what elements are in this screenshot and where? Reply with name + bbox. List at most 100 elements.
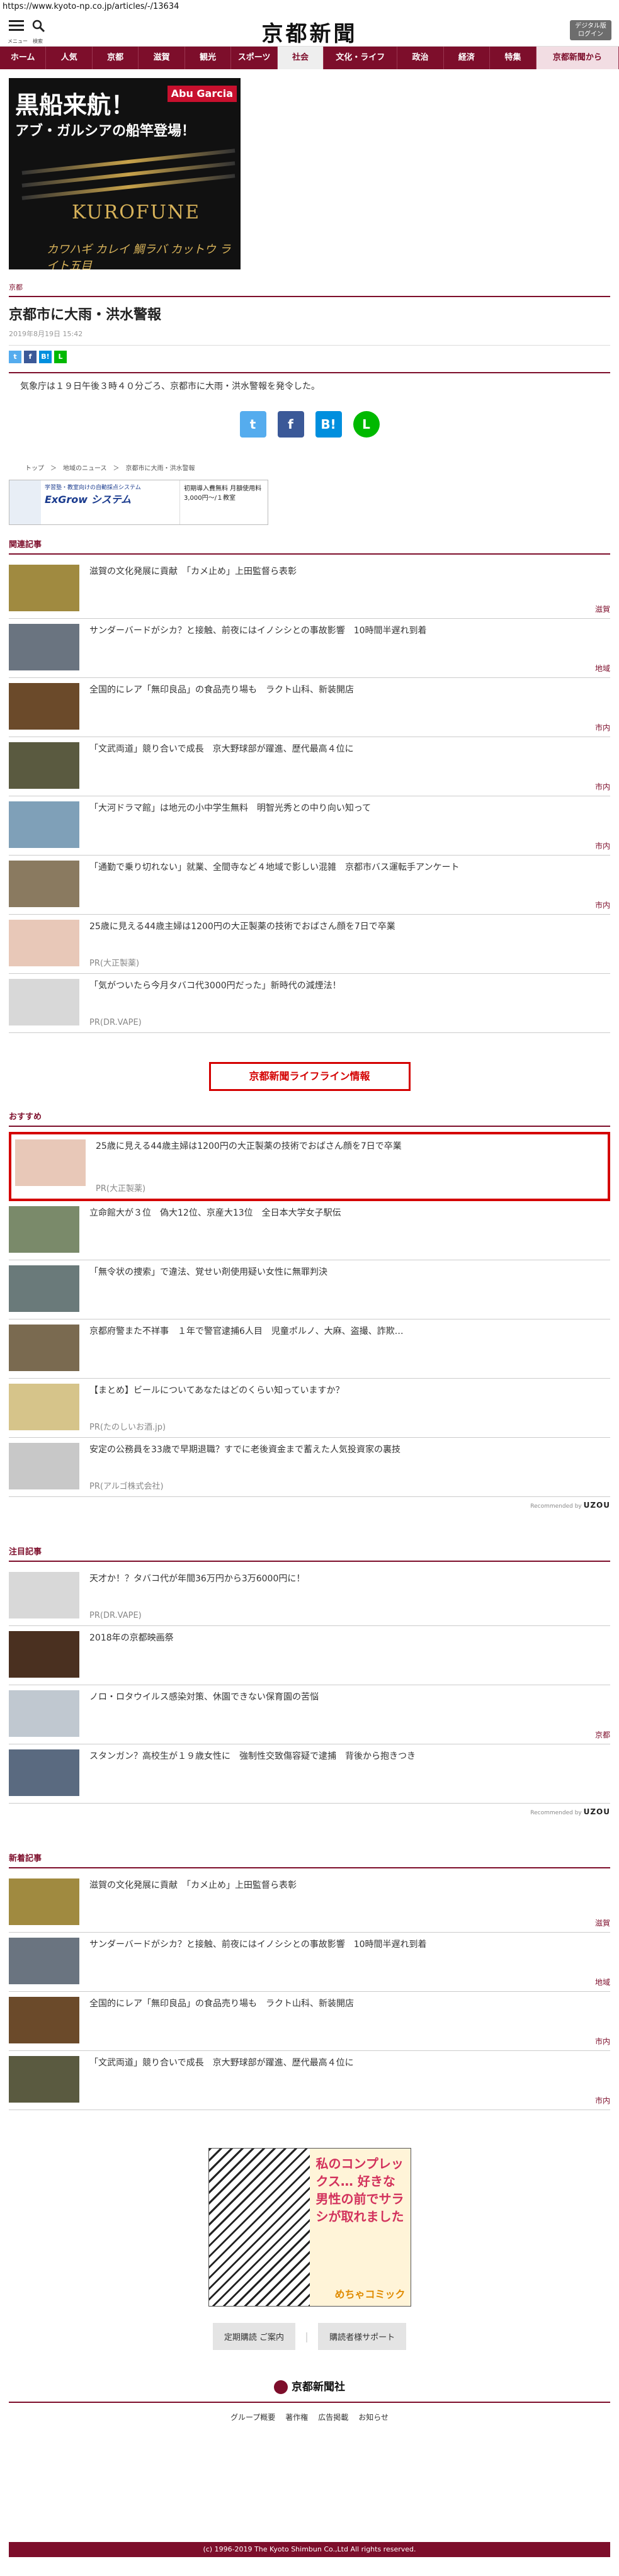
uzou-credit[interactable]: Recommended by UZOU: [9, 1807, 610, 1816]
list-item[interactable]: 25歳に見える44歳主婦は1200円の大正製薬の技術でおばさん顔を7日で卒業 PR…: [9, 915, 610, 974]
list-item[interactable]: 天才か！？タバコ代が年間36万円から3万6000円に！ PR(DR.VAPE): [9, 1567, 610, 1626]
nav-society[interactable]: 社会: [277, 47, 324, 69]
list-item[interactable]: サンダーバードがシカ？と接触、前夜にはイノシシとの事故影響 10時間半遅れ到着地…: [9, 619, 610, 678]
nav-sports[interactable]: スポーツ: [231, 47, 278, 69]
separator: ｜: [302, 2331, 312, 2344]
thumbnail-image: [9, 742, 79, 789]
manga-ad-text: 私のコンプレックス… 好きな男性の前でサラシが取れました: [309, 2149, 411, 2306]
thumbnail-image: [9, 565, 79, 611]
article-category[interactable]: 京都: [9, 282, 610, 297]
nav-tourism[interactable]: 観光: [185, 47, 232, 69]
thumbnail-image: [9, 920, 79, 966]
item-title: 25歳に見える44歳主婦は1200円の大正製薬の技術でおばさん顔を7日で卒業: [89, 922, 395, 932]
related-heading: 関連記事: [9, 538, 610, 555]
main-nav: ホーム 人気 京都 滋賀 観光 スポーツ 社会 文化・ライフ 政治 経済 特集 …: [0, 47, 619, 69]
list-item[interactable]: 「大河ドラマ館」は地元の小中学生無料 明智光秀との中り向い知って市内: [9, 796, 610, 856]
breadcrumb-separator: ＞: [50, 465, 57, 472]
related-list: 滋賀の文化発展に貢献 「カメ止め」上田監督ら表彰 滋賀 サンダーバードがシカ？と接触…: [9, 560, 610, 1033]
digital-login-button[interactable]: デジタル版 ログイン: [570, 20, 611, 40]
breadcrumb-current: 京都市に大雨・洪水警報: [125, 465, 195, 472]
thumbnail-image: [9, 1206, 79, 1253]
footer-logo[interactable]: 京都新聞社: [9, 2378, 610, 2403]
twitter-share-icon[interactable]: t: [9, 351, 21, 363]
category-tag: 滋賀: [594, 605, 610, 614]
thumbnail-image: [9, 683, 79, 730]
item-title: 2018年の京都映画祭: [89, 1633, 174, 1643]
list-item[interactable]: 全国的にレア「無印良品」の食品売り場も ラクト山科、新装開店 市内: [9, 678, 610, 737]
thumbnail-image: [9, 1690, 79, 1737]
list-item[interactable]: 滋賀の文化発展に貢献 「カメ止め」上田監督ら表彰滋賀: [9, 1873, 610, 1933]
hatena-share-icon[interactable]: B!: [315, 411, 342, 438]
subscription-guide-button[interactable]: 定期購読 ご案内: [212, 2323, 296, 2350]
category-tag: 滋賀: [594, 1919, 610, 1928]
nav-home[interactable]: ホーム: [0, 47, 47, 69]
facebook-share-icon[interactable]: f: [277, 411, 304, 438]
company-emblem-icon: [274, 2380, 288, 2394]
uzou-credit[interactable]: Recommended by UZOU: [9, 1501, 610, 1510]
item-title: 天才か！？タバコ代が年間36万円から3万6000円に！: [89, 1574, 305, 1584]
list-item[interactable]: ノロ・ロタウイルス感染対策、休園できない保育園の苦悩 京都: [9, 1685, 610, 1744]
category-tag: 市内: [594, 782, 610, 791]
mid-ad-banner[interactable]: 学習塾・教室向けの自動採点システム ExGrow システム 初期導入費無料 月額…: [9, 480, 268, 525]
nav-from-kyoto-np[interactable]: 京都新聞から: [536, 47, 619, 69]
facebook-share-icon[interactable]: f: [24, 351, 37, 363]
line-share-icon[interactable]: L: [54, 351, 67, 363]
list-item[interactable]: 京都府警また不祥事 １年で警官逮捕6人目 児童ポルノ、大麻、盗撮、詐欺…: [9, 1319, 610, 1379]
ad-product-sub: カワハギ カレイ 鯛ラバ カットウ ライト五目: [47, 243, 231, 269]
list-item[interactable]: 「文武両道」競り合いで成長 京大野球部が躍進、歴代最高４位に 市内: [9, 737, 610, 796]
item-title: 滋賀の文化発展に貢献 「カメ止め」上田監督ら表彰: [89, 1880, 297, 1890]
list-item[interactable]: 全国的にレア「無印良品」の食品売り場も ラクト山科、新装開店 市内: [9, 1992, 610, 2051]
url-bar[interactable]: https://www.kyoto-np.co.jp/articles/-/13…: [0, 0, 619, 14]
copyright-bar: (c) 1996-2019 The Kyoto Shimbun Co.,Ltd …: [9, 2542, 610, 2557]
nav-popular[interactable]: 人気: [46, 47, 93, 69]
list-item[interactable]: 「文武両道」競り合いで成長 京大野球部が躍進、歴代最高４位に 市内: [9, 2051, 610, 2110]
ad-brand-logo: Abu Garcia: [167, 86, 237, 102]
top-ad-banner[interactable]: 黒船来航！ アブ・ガルシアの船竿登場！ Abu Garcia KUROFUNE …: [9, 78, 241, 269]
nav-shiga[interactable]: 滋賀: [139, 47, 185, 69]
nav-kyoto[interactable]: 京都: [93, 47, 139, 69]
footer-link-advertising[interactable]: 広告掲載: [318, 2412, 348, 2422]
footer-link-group[interactable]: グループ概要: [230, 2412, 275, 2422]
nav-features[interactable]: 特集: [490, 47, 537, 69]
latest-list: 滋賀の文化発展に貢献 「カメ止め」上田監督ら表彰滋賀サンダーバードがシカ？と接触…: [9, 1873, 610, 2110]
line-share-icon[interactable]: L: [353, 411, 380, 438]
list-item[interactable]: 「無令状の捜索」で違法、覚せい剤使用疑い女性に無罪判決: [9, 1260, 610, 1319]
manga-ad-banner[interactable]: 私のコンプレックス… 好きな男性の前でサラシが取れました めちゃコミック: [208, 2148, 411, 2307]
footer-link-notices[interactable]: お知らせ: [358, 2412, 389, 2422]
list-item[interactable]: 2018年の京都映画祭: [9, 1626, 610, 1685]
nav-culture[interactable]: 文化・ライフ: [324, 47, 398, 69]
list-item[interactable]: 「気がついたら今月タバコ代3000円だった」新時代の減煙法！ PR(DR.VAPE…: [9, 974, 610, 1033]
list-item[interactable]: スタンガン？高校生が１９歳女性に 強制性交致傷容疑で逮捕 背後から抱きつき: [9, 1744, 610, 1804]
nav-politics[interactable]: 政治: [397, 47, 444, 69]
list-item[interactable]: サンダーバードがシカ？と接触、前夜にはイノシシとの事故影響 10時間半遅れ到着地…: [9, 1933, 610, 1992]
list-item[interactable]: 【まとめ】ビールについてあなたはどのくらい知っていますか？ PR(たのしいお酒.j…: [9, 1379, 610, 1438]
lifeline-button[interactable]: 京都新聞ライフライン情報: [208, 1062, 411, 1091]
thumbnail-image: [9, 1938, 79, 1984]
twitter-share-icon[interactable]: t: [239, 411, 266, 438]
list-item[interactable]: 立命館大が３位 偽大12位、京産大13位 全日本大学女子駅伝: [9, 1201, 610, 1260]
item-title: 「無令状の捜索」で違法、覚せい剤使用疑い女性に無罪判決: [89, 1267, 327, 1277]
fishing-rod-image: [21, 149, 236, 175]
breadcrumb-top[interactable]: トップ: [25, 463, 44, 472]
subscriber-support-button[interactable]: 購読者様サポート: [318, 2323, 407, 2350]
footer-link-copyright[interactable]: 著作権: [285, 2412, 308, 2422]
breadcrumb: トップ ＞ 地域のニュース ＞ 京都市に大雨・洪水警報: [9, 463, 610, 472]
thumbnail-image: [9, 1325, 79, 1371]
hatena-share-icon[interactable]: B!: [39, 351, 52, 363]
thumbnail-image: [9, 1878, 79, 1925]
nav-economy[interactable]: 経済: [444, 47, 491, 69]
site-logo[interactable]: 京都新聞: [0, 16, 619, 47]
breadcrumb-local[interactable]: 地域のニュース: [63, 463, 107, 472]
item-title: 「大河ドラマ館」は地元の小中学生無料 明智光秀との中り向い知って: [89, 803, 372, 813]
list-item[interactable]: 25歳に見える44歳主婦は1200円の大正製薬の技術でおばさん顔を7日で卒業 PR…: [9, 1132, 610, 1201]
share-bar-large: t f B! L: [9, 411, 610, 438]
list-item[interactable]: 滋賀の文化発展に貢献 「カメ止め」上田監督ら表彰 滋賀: [9, 560, 610, 619]
thumbnail-image: [9, 2056, 79, 2103]
item-title: スタンガン？高校生が１９歳女性に 強制性交致傷容疑で逮捕 背後から抱きつき: [89, 1751, 416, 1761]
list-item[interactable]: 安定の公務員を33歳で早期退職？すでに老後資金まで蓄えた人気投資家の裏技 PR(ア…: [9, 1438, 610, 1497]
latest-heading: 新着記事: [9, 1851, 610, 1868]
category-tag: 市内: [594, 842, 610, 850]
list-item[interactable]: 「通勤で乗り切れない」就業、全間寺など４地域で影しい混雑 京都市バス運転手アンケ…: [9, 856, 610, 915]
item-title: 「通勤で乗り切れない」就業、全間寺など４地域で影しい混雑 京都市バス運転手アンケ…: [89, 862, 460, 873]
article-date: 2019年8月19日 15:42: [9, 330, 83, 338]
